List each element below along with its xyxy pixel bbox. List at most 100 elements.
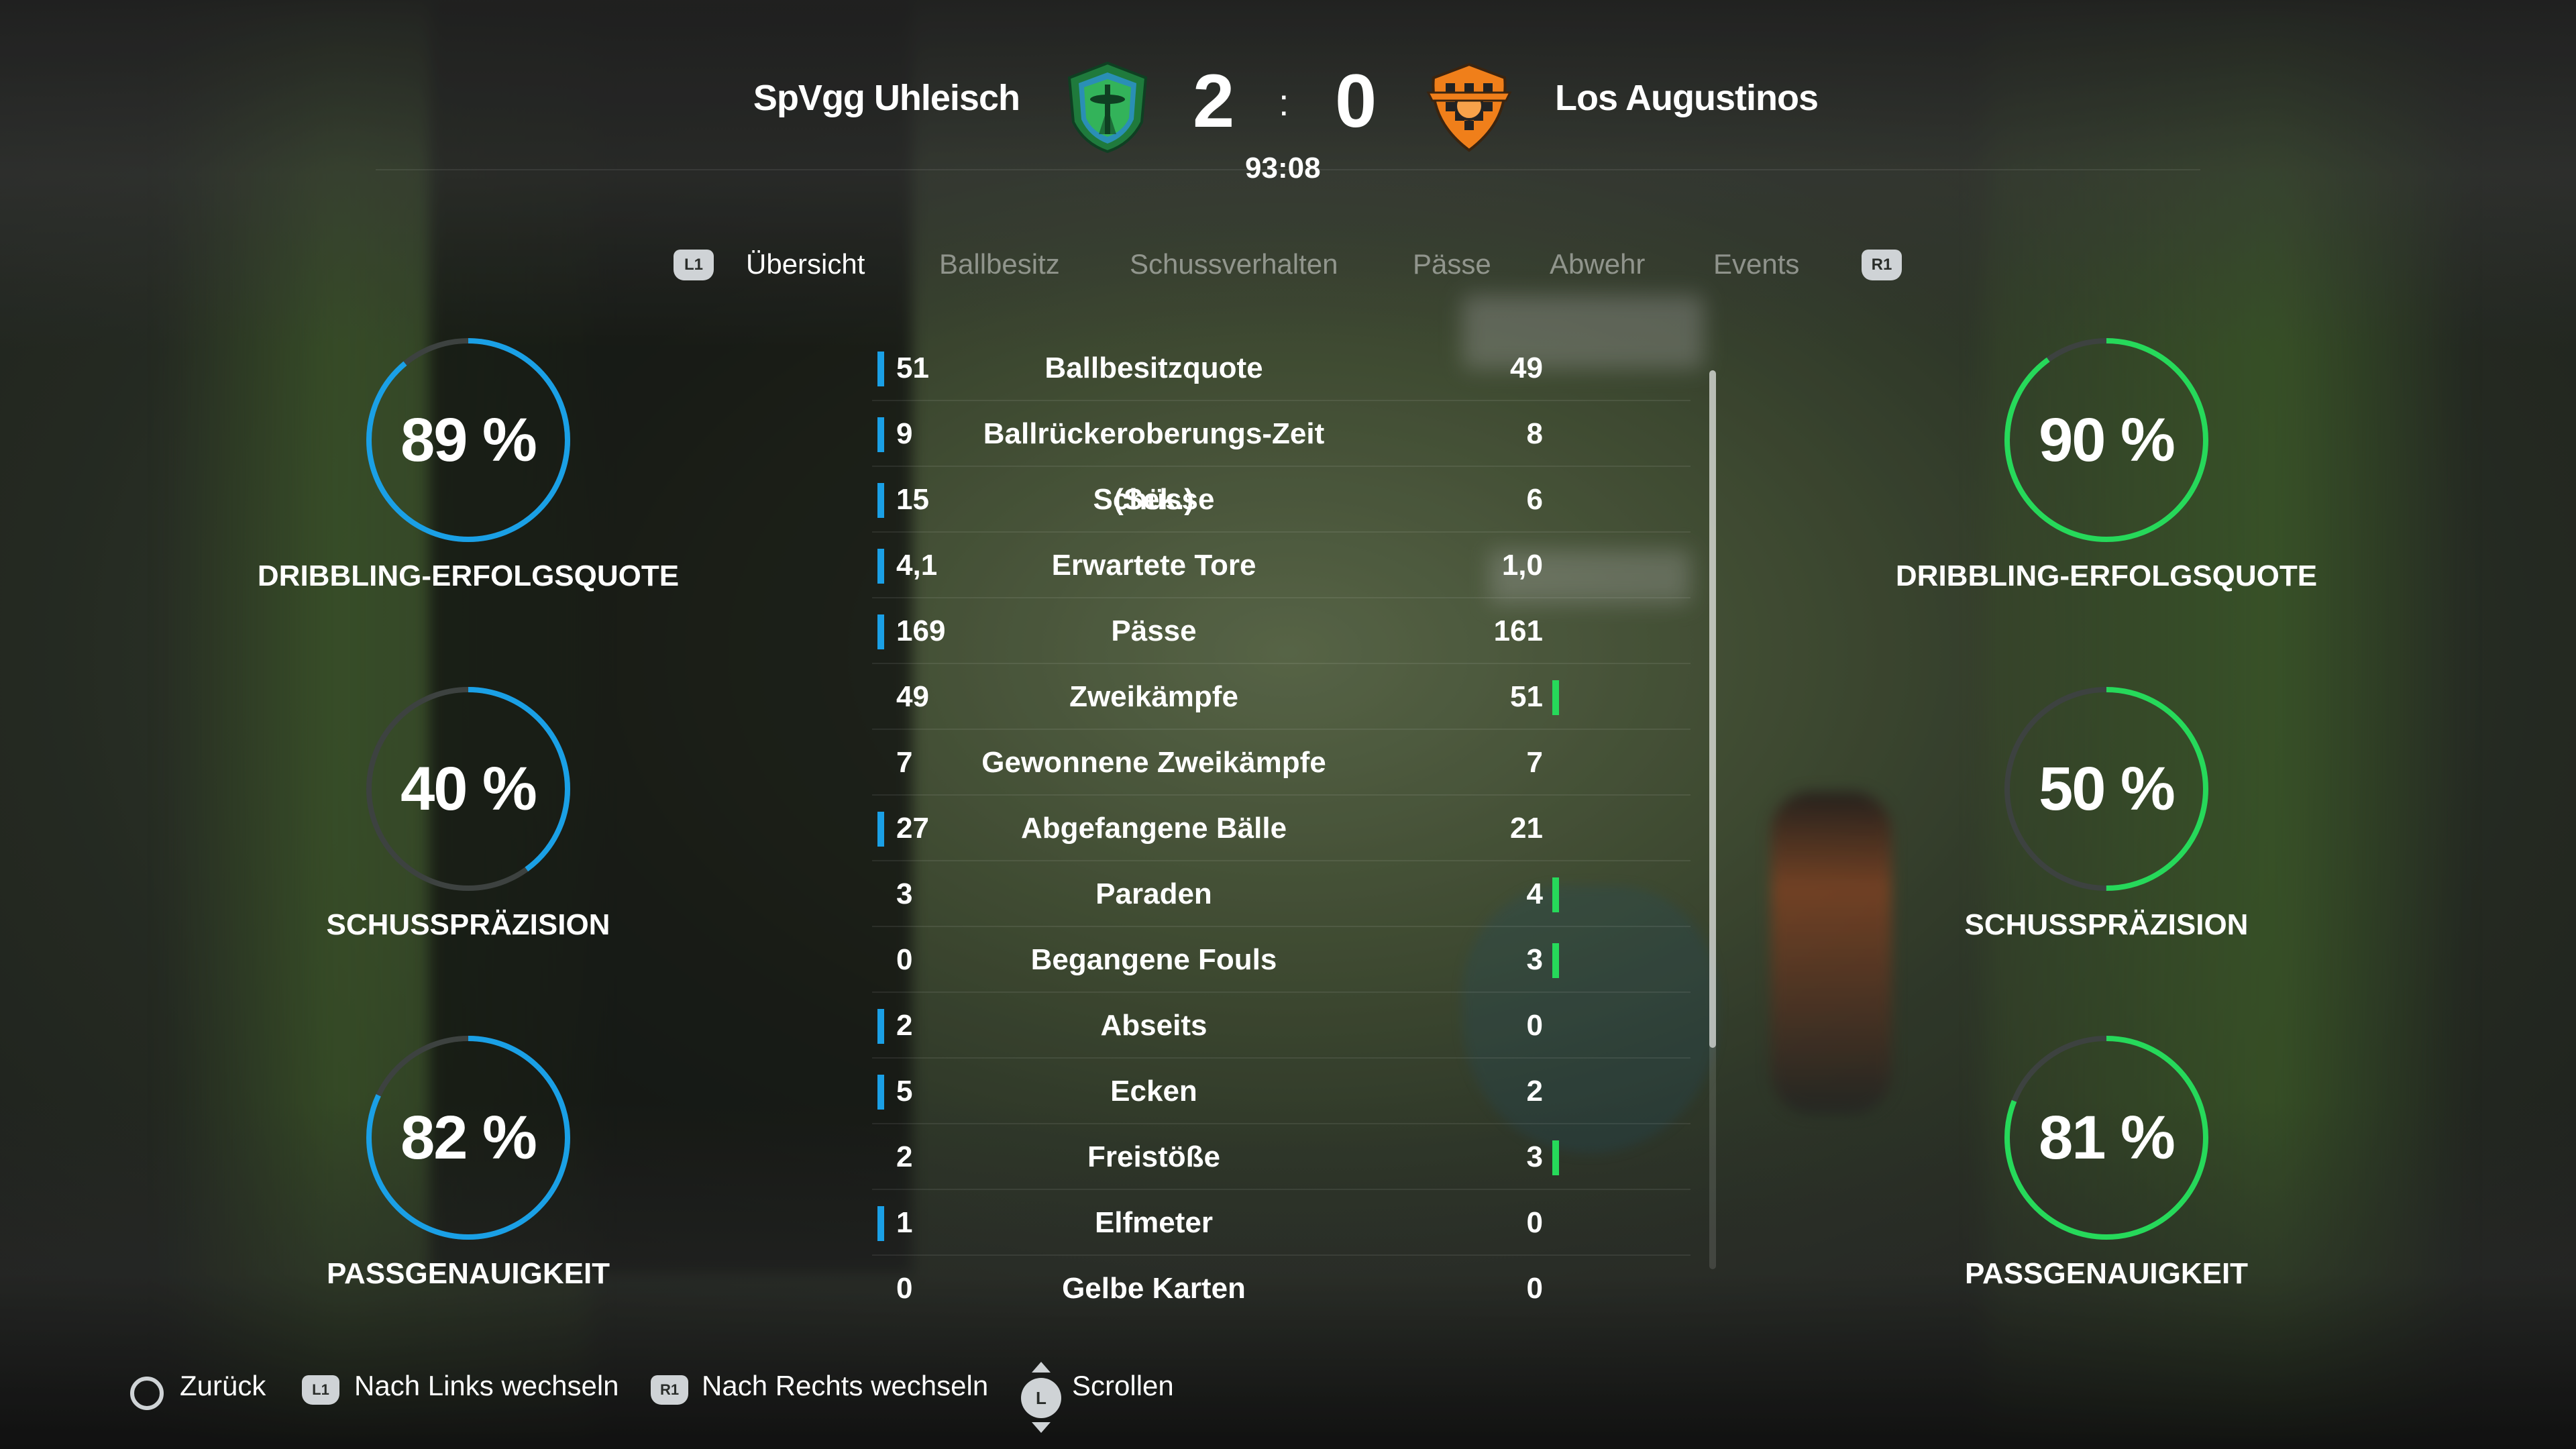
home-stat-value: 49 [896,680,929,713]
away-stat-value: 8 [1526,417,1543,450]
away-gauge-shot-accuracy: 50 % [1999,682,2214,896]
stat-row: 2 Abseits 0 [872,993,1690,1059]
scroll-label[interactable]: Scrollen [1072,1370,1174,1402]
stat-name: Abgefangene Bälle [1020,812,1287,845]
away-stat-value: 6 [1526,483,1543,516]
home-stat-value: 9 [896,417,913,450]
r1-button-icon[interactable]: R1 [651,1375,688,1405]
stat-row: 51 Ballbesitzquote 49 [872,335,1690,401]
score-separator: : [1279,81,1289,123]
away-stat-value: 3 [1526,1140,1543,1173]
tab-uebersicht[interactable]: Übersicht [746,248,865,280]
stat-row: 0 Begangene Fouls 3 [872,927,1690,993]
tab-events[interactable]: Events [1713,248,1799,280]
away-stat-value: 0 [1526,1206,1543,1239]
tab-ballbesitz[interactable]: Ballbesitz [939,248,1060,280]
stat-row: 15 Schüsse 6 [872,467,1690,533]
stat-name: Freistöße [1087,1140,1221,1173]
back-label[interactable]: Zurück [180,1370,266,1402]
stat-name: Gelbe Karten [1062,1272,1246,1305]
away-stat-value: 0 [1526,1272,1543,1305]
home-pass-accuracy-label: PASSGENAUIGKEIT [326,1257,610,1290]
away-lead-marker [1552,680,1559,715]
away-gauge-pass-accuracy: 81 % [1999,1030,2214,1245]
away-gauge-dribbling: 90 % [1999,333,2214,547]
stat-row: 3 Paraden 4 [872,861,1690,927]
away-stat-value: 1,0 [1501,549,1543,582]
left-stick-icon[interactable]: L [1021,1378,1061,1418]
circle-button-icon[interactable] [130,1377,164,1410]
home-lead-marker [877,812,884,847]
stat-row: 1 Elfmeter 0 [872,1190,1690,1256]
switch-right-label[interactable]: Nach Rechts wechseln [702,1370,988,1402]
away-lead-marker [1552,943,1559,978]
away-stat-value: 49 [1510,352,1543,384]
stat-name: Schüsse [1093,483,1215,516]
home-lead-marker [877,1009,884,1044]
away-shot-accuracy-value: 50 % [2039,755,2176,823]
home-lead-marker [877,549,884,584]
home-stat-value: 5 [896,1075,913,1108]
r1-button-icon[interactable]: R1 [1862,250,1902,280]
home-lead-marker [877,1075,884,1110]
away-stat-value: 21 [1510,812,1543,845]
home-stat-value: 1 [896,1206,913,1239]
home-lead-marker [877,614,884,649]
away-pass-accuracy-label: PASSGENAUIGKEIT [1964,1257,2249,1290]
away-stat-value: 4 [1526,877,1543,910]
away-shot-accuracy-label: SCHUSSPRÄZISION [1964,908,2249,941]
match-clock: 93:08 [1245,152,1321,184]
away-stat-value: 2 [1526,1075,1543,1108]
tab-abwehr[interactable]: Abwehr [1550,248,1645,280]
stat-row: 169 Pässe 161 [872,598,1690,664]
away-score: 0 [1335,59,1377,143]
scroll-down-arrow-icon [1032,1422,1051,1433]
l1-button-icon[interactable]: L1 [302,1375,339,1405]
header-divider [376,169,2200,170]
stat-name: Erwartete Tore [1051,549,1256,582]
away-stat-value: 7 [1526,746,1543,779]
away-lead-marker [1552,877,1559,912]
away-dribbling-label: DRIBBLING-ERFOLGSQUOTE [1895,559,2318,592]
away-team-crest-icon [1426,60,1513,154]
away-stat-value: 51 [1510,680,1543,713]
stat-name: Ecken [1110,1075,1197,1108]
home-stat-value: 0 [896,943,913,976]
l1-button-icon[interactable]: L1 [674,250,714,280]
home-lead-marker [877,1206,884,1241]
button-hints: Zurück L1 Nach Links wechseln R1 Nach Re… [0,1362,2576,1442]
stat-name: Abseits [1100,1009,1208,1042]
home-shot-accuracy-label: SCHUSSPRÄZISION [326,908,610,941]
home-dribbling-value: 89 % [400,406,537,474]
home-team-crest-icon [1064,60,1151,154]
stat-row: 2 Freistöße 3 [872,1124,1690,1190]
home-stat-value: 51 [896,352,929,384]
home-gauge-pass-accuracy: 82 % [361,1030,576,1245]
tab-paesse[interactable]: Pässe [1413,248,1491,280]
away-dribbling-value: 90 % [2039,406,2176,474]
home-stat-value: 7 [896,746,913,779]
stat-name: Ballbesitzquote [1044,352,1263,384]
stat-name: Pässe [1111,614,1197,647]
home-score: 2 [1193,59,1235,143]
switch-left-label[interactable]: Nach Links wechseln [354,1370,619,1402]
stat-name: Begangene Fouls [1030,943,1277,976]
home-stat-value: 2 [896,1009,913,1042]
stats-scrollbar[interactable] [1709,370,1716,1269]
stat-name: Zweikämpfe [1069,680,1238,713]
tab-schussverhalten[interactable]: Schussverhalten [1130,248,1338,280]
home-gauge-shot-accuracy: 40 % [361,682,576,896]
home-dribbling-label: DRIBBLING-ERFOLGSQUOTE [257,559,680,592]
stats-table[interactable]: 51 Ballbesitzquote 49 9 Ballrückeroberungs-… [872,335,1690,1315]
away-team-name: Los Augustinos [1555,78,1819,118]
stats-tabs: L1 Übersicht Ballbesitz Schussverhalten … [0,244,2576,298]
away-pass-accuracy-value: 81 % [2039,1104,2176,1172]
home-stat-value: 3 [896,877,913,910]
stat-name: Gewonnene Zweikämpfe [981,746,1326,779]
stats-scrollbar-thumb[interactable] [1709,370,1716,1048]
away-lead-marker [1552,1140,1559,1175]
stat-name: Elfmeter [1094,1206,1214,1239]
home-shot-accuracy-value: 40 % [400,755,537,823]
home-stat-value: 4,1 [896,549,938,582]
away-stat-value: 3 [1526,943,1543,976]
